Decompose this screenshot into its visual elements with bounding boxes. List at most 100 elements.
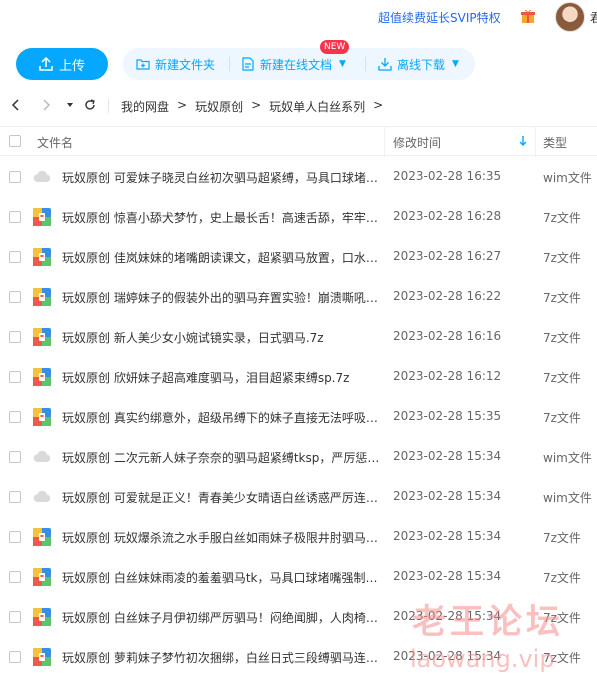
row-checkbox[interactable] (9, 571, 21, 583)
file-modified-time: 2023-02-28 15:35 (393, 409, 502, 423)
file-name[interactable]: 玩奴原创 真实约绑意外，超级吊缚下的妹子直接无法呼吸.7z (62, 409, 380, 426)
breadcrumb-item-folder[interactable]: 玩奴原创 (195, 98, 243, 115)
file-type: 7z文件 (543, 291, 581, 305)
row-checkbox[interactable] (9, 171, 21, 183)
sort-descending-icon[interactable] (518, 135, 528, 147)
file-name[interactable]: 玩奴原创 白丝妹妹雨凌的羞羞驷马tk，马具口球堵嘴强制高潮.7z (62, 569, 380, 586)
column-divider (535, 127, 536, 157)
file-type: 7z文件 (543, 411, 581, 425)
file-name[interactable]: 玩奴原创 二次元新人妹子奈奈的驷马超紧缚tksp，严厉惩罚.wim (62, 449, 380, 466)
refresh-button[interactable] (82, 97, 98, 113)
breadcrumb-item-root[interactable]: 我的网盘 (121, 98, 169, 115)
row-checkbox[interactable] (9, 531, 21, 543)
breadcrumb: 我的网盘 > 玩奴原创 > 玩奴单人白丝系列 > (121, 98, 383, 115)
offline-download-button[interactable]: 离线下载 ▼ (378, 48, 459, 80)
row-checkbox[interactable] (9, 411, 21, 423)
file-name[interactable]: 玩奴原创 可爱就是正义！青春美少女晴语白丝诱惑严厉连体驷马.wim (62, 489, 380, 506)
table-row[interactable]: 玩奴原创 真实约绑意外，超级吊缚下的妹子直接无法呼吸.7z 2023-02-28 … (0, 397, 597, 437)
cloud-file-icon (32, 447, 52, 467)
file-type: 7z文件 (543, 571, 581, 585)
file-name[interactable]: 玩奴原创 欣妍妹子超高难度驷马，泪目超紧束缚sp.7z (62, 369, 380, 386)
dropdown-caret-icon: ▼ (339, 59, 346, 69)
row-checkbox[interactable] (9, 491, 21, 503)
table-row[interactable]: 玩奴原创 惊喜小舔犬梦竹，史上最长舌！高速舌舔，牢牢驷马.7z 2023-02-2… (0, 197, 597, 237)
svip-renew-link[interactable]: 超值续费延长SVIP特权 (378, 9, 501, 26)
chevron-right-icon (43, 99, 51, 111)
file-type: 7z文件 (543, 331, 581, 345)
file-name[interactable]: 玩奴原创 惊喜小舔犬梦竹，史上最长舌！高速舌舔，牢牢驷马.7z (62, 209, 380, 226)
column-header-type[interactable]: 类型 (543, 134, 567, 151)
divider (365, 57, 366, 71)
breadcrumb-separator-icon: > (373, 98, 384, 112)
refresh-icon (85, 99, 95, 110)
archive-7z-icon (32, 607, 52, 627)
row-checkbox[interactable] (9, 291, 21, 303)
file-type: 7z文件 (543, 211, 581, 225)
table-row[interactable]: 玩奴原创 可爱就是正义！青春美少女晴语白丝诱惑严厉连体驷马.wim 2023-02… (0, 477, 597, 517)
table-row[interactable]: 玩奴原创 玩奴爆杀流之水手服白丝如雨妹子极限井肘驷马.7z 2023-02-28 … (0, 517, 597, 557)
divider (108, 99, 109, 113)
user-avatar[interactable] (555, 2, 585, 32)
file-type: 7z文件 (543, 531, 581, 545)
file-type: wim文件 (543, 451, 592, 465)
archive-7z-icon (32, 367, 52, 387)
top-bar: 超值续费延长SVIP特权 君 (0, 0, 597, 40)
file-modified-time: 2023-02-28 16:35 (393, 169, 502, 183)
table-row[interactable]: 玩奴原创 欣妍妹子超高难度驷马，泪目超紧束缚sp.7z 2023-02-28 16… (0, 357, 597, 397)
file-name[interactable]: 玩奴原创 佳岚妹妹的堵嘴朗读课文，超紧驷马放置，口水直流.7z (62, 249, 380, 266)
table-row[interactable]: 玩奴原创 可爱妹子晓灵白丝初次驷马超紧缚，马具口球堵嘴强制高潮.wim 2023-… (0, 157, 597, 197)
breadcrumb-item-current[interactable]: 玩奴单人白丝系列 (269, 98, 365, 115)
new-doc-icon (242, 57, 254, 71)
archive-7z-icon (32, 287, 52, 307)
row-checkbox[interactable] (9, 331, 21, 343)
column-header-name[interactable]: 文件名 (37, 134, 73, 151)
archive-7z-icon (32, 527, 52, 547)
archive-7z-icon (32, 207, 52, 227)
table-row[interactable]: 玩奴原创 瑞婷妹子的假装外出的驷马弃置实验！崩溃嘶吼.7z 2023-02-28 … (0, 277, 597, 317)
table-row[interactable]: 玩奴原创 白丝妹妹雨凌的羞羞驷马tk，马具口球堵嘴强制高潮.7z 2023-02-… (0, 557, 597, 597)
table-row[interactable]: 玩奴原创 新人美少女小婉试镜实录，日式驷马.7z 2023-02-28 16:16… (0, 317, 597, 357)
history-dropdown-button[interactable] (62, 97, 78, 113)
file-name[interactable]: 玩奴原创 可爱妹子晓灵白丝初次驷马超紧缚，马具口球堵嘴强制高潮.wim (62, 169, 380, 186)
file-modified-time: 2023-02-28 16:28 (393, 209, 502, 223)
table-row[interactable]: 玩奴原创 二次元新人妹子奈奈的驷马超紧缚tksp，严厉惩罚.wim 2023-02… (0, 437, 597, 477)
row-checkbox[interactable] (9, 211, 21, 223)
upload-label: 上传 (58, 58, 85, 74)
forward-button[interactable] (38, 97, 54, 113)
file-name[interactable]: 玩奴原创 瑞婷妹子的假装外出的驷马弃置实验！崩溃嘶吼.7z (62, 289, 380, 306)
row-checkbox[interactable] (9, 611, 21, 623)
file-name[interactable]: 玩奴原创 玩奴爆杀流之水手服白丝如雨妹子极限井肘驷马.7z (62, 529, 380, 546)
file-type: wim文件 (543, 491, 592, 505)
upload-button[interactable]: 上传 (16, 48, 108, 80)
new-folder-label: 新建文件夹 (155, 57, 216, 72)
file-modified-time: 2023-02-28 15:34 (393, 569, 502, 583)
watermark-text: 老王论坛 (412, 602, 564, 642)
file-modified-time: 2023-02-28 16:22 (393, 289, 502, 303)
breadcrumb-separator-icon: > (177, 98, 188, 112)
new-badge: NEW (320, 40, 350, 54)
file-modified-time: 2023-02-28 16:16 (393, 329, 502, 343)
username[interactable]: 君 (590, 9, 597, 26)
dropdown-caret-icon: ▼ (452, 59, 459, 69)
cloud-file-icon (32, 167, 52, 187)
file-name[interactable]: 玩奴原创 白丝妹子月伊初绑严厉驷马！闷绝闻脚，人肉椅子.7z (62, 609, 380, 626)
table-row[interactable]: 玩奴原创 佳岚妹妹的堵嘴朗读课文，超紧驷马放置，口水直流.7z 2023-02-2… (0, 237, 597, 277)
new-folder-button[interactable]: 新建文件夹 (136, 48, 215, 80)
back-button[interactable] (8, 97, 24, 113)
select-all-checkbox[interactable] (9, 135, 21, 147)
file-modified-time: 2023-02-28 16:12 (393, 369, 502, 383)
file-name[interactable]: 玩奴原创 新人美少女小婉试镜实录，日式驷马.7z (62, 329, 380, 346)
row-checkbox[interactable] (9, 451, 21, 463)
download-icon (378, 58, 392, 71)
archive-7z-icon (32, 247, 52, 267)
row-checkbox[interactable] (9, 251, 21, 263)
column-header-modified[interactable]: 修改时间 (393, 134, 441, 151)
gift-icon[interactable] (520, 8, 536, 24)
file-type: 7z文件 (543, 371, 581, 385)
watermark-url: laowang.vip (410, 645, 555, 673)
row-checkbox[interactable] (9, 651, 21, 663)
file-modified-time: 2023-02-28 15:34 (393, 489, 502, 503)
file-name[interactable]: 玩奴原创 萝莉妹子梦竹初次捆绑，白丝日式三段缚驷马连体.7z (62, 649, 380, 666)
file-modified-time: 2023-02-28 15:34 (393, 529, 502, 543)
row-checkbox[interactable] (9, 371, 21, 383)
